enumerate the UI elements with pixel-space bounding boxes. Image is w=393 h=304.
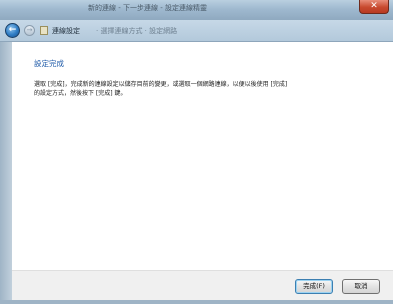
nav-subtitle: · 選擇連線方式 · 設定網路 [96,27,178,35]
back-button[interactable]: ← [5,23,20,38]
close-button[interactable]: ✕ [359,0,389,14]
instruction-line-2: 的設定方式，然後按下 [完成] 鍵。 [34,90,127,97]
wizard-window: 新的連線 - 下一步連線 - 設定連線精靈 ✕ ← → 連線設定 · 選擇連線方… [0,0,393,304]
window-frame-bottom [0,300,393,304]
close-icon: ✕ [370,1,378,11]
forward-arrow-icon: → [26,26,33,34]
window-title: 新的連線 - 下一步連線 - 設定連線精靈 [88,4,207,12]
back-arrow-icon: ← [8,25,17,35]
cancel-button[interactable]: 取消 [342,279,380,294]
wizard-icon [40,26,48,35]
page-heading: 設定完成 [34,59,64,68]
instruction-line-1: 選取 [完成]，完成新的連線設定以儲存目前的變更，或選取一個網路連線，以便以後使… [34,81,288,88]
title-bar: 新的連線 - 下一步連線 - 設定連線精靈 ✕ [0,0,393,20]
instruction-text: 選取 [完成]，完成新的連線設定以儲存目前的變更，或選取一個網路連線，以便以後使… [34,80,374,98]
window-frame-left [0,42,12,304]
forward-button[interactable]: → [24,25,35,36]
nav-title: 連線設定 [52,27,80,35]
navigation-bar: ← → 連線設定 · 選擇連線方式 · 設定網路 [0,20,393,42]
finish-button[interactable]: 完成(F) [295,279,333,294]
wizard-content: 設定完成 選取 [完成]，完成新的連線設定以儲存目前的變更，或選取一個網路連線，… [12,42,393,270]
wizard-footer: 完成(F) 取消 [12,270,393,304]
